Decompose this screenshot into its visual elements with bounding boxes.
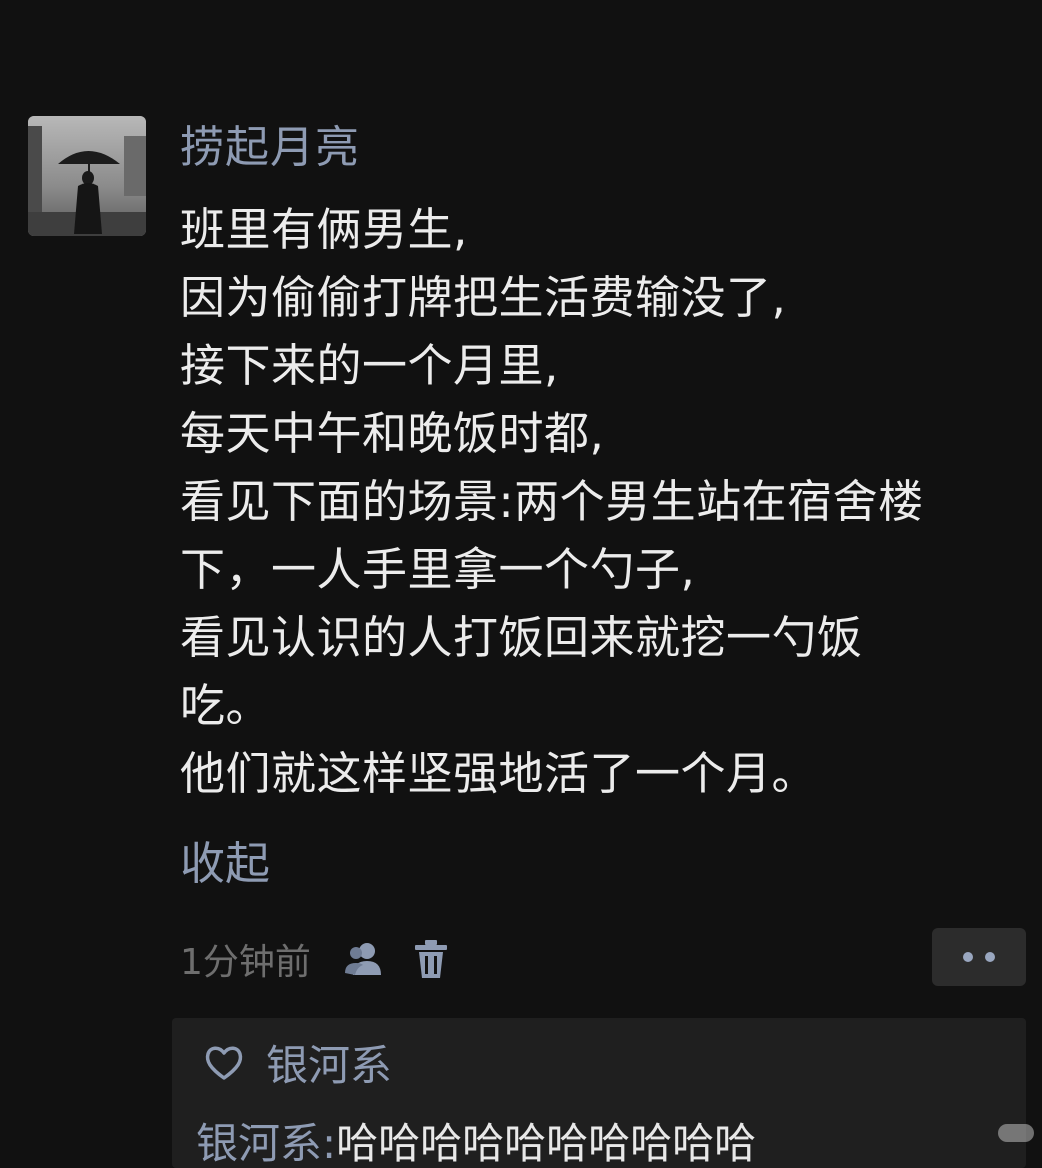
dot [985, 952, 995, 962]
post-text-line: 每天中午和晚饭时都, [180, 407, 605, 460]
post-text-line: 下，一人手里拿一个勺子, [180, 543, 696, 596]
post-text-line: 因为偷偷打牌把生活费输没了, [180, 271, 787, 324]
watermark-badge [998, 1124, 1034, 1142]
post-body: 班里有俩男生, 因为偷偷打牌把生活费输没了, 接下来的一个月里, 每天中午和晚饭… [180, 196, 1030, 808]
post-text-line: 看见下面的场景:两个男生站在宿舍楼 [180, 475, 924, 528]
more-dots-icon[interactable] [932, 928, 1026, 986]
post-text-line: 看见认识的人打饭回来就挖一勺饭 [180, 611, 863, 664]
dot [963, 952, 973, 962]
post-text-line: 他们就这样坚强地活了一个月。 [180, 747, 818, 800]
comment-item[interactable]: 银河系:哈哈哈哈哈哈哈哈哈哈 [196, 1110, 756, 1168]
like-row: 银河系 [204, 1032, 392, 1093]
post-username[interactable]: 捞起月亮 [180, 118, 360, 178]
people-icon[interactable] [341, 937, 385, 981]
comment-author[interactable]: 银河系 [196, 1119, 322, 1168]
post-text-line: 班里有俩男生, [180, 203, 468, 256]
like-user-name[interactable]: 银河系 [266, 1032, 392, 1093]
post-meta-row: 1分钟前 [180, 934, 477, 984]
comment-separator: : [322, 1119, 337, 1168]
comment-text: 哈哈哈哈哈哈哈哈哈哈 [336, 1119, 757, 1168]
post-timestamp: 1分钟前 [180, 942, 311, 983]
heart-outline-icon [204, 1043, 244, 1083]
post-text-line: 吃。 [180, 679, 272, 732]
trash-icon[interactable] [409, 937, 453, 981]
comment-panel: 银河系 银河系:哈哈哈哈哈哈哈哈哈哈 [172, 1018, 1026, 1168]
collapse-link[interactable]: 收起 [180, 832, 270, 896]
avatar[interactable] [28, 116, 146, 236]
post-text-line: 接下来的一个月里, [180, 339, 559, 392]
